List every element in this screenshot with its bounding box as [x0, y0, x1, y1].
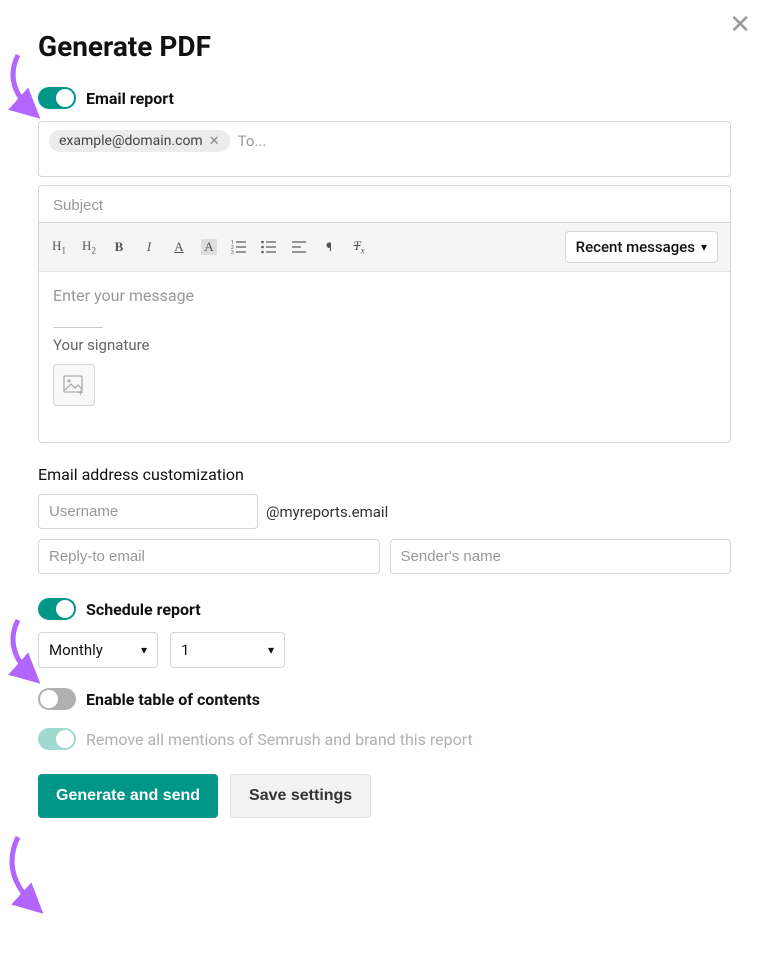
schedule-selects-row: Monthly ▾ 1 ▾ — [38, 632, 731, 668]
branding-toggle-label: Remove all mentions of Semrush and brand… — [86, 730, 473, 749]
recent-messages-dropdown[interactable]: Recent messages ▾ — [565, 231, 718, 263]
reply-sender-row — [38, 539, 731, 574]
chevron-down-icon: ▾ — [141, 643, 147, 657]
editor-h1-button[interactable]: H1 — [51, 238, 67, 256]
schedule-report-label: Schedule report — [86, 600, 201, 619]
schedule-report-row: Schedule report — [38, 598, 731, 620]
username-input[interactable] — [38, 494, 258, 529]
toc-toggle-label: Enable table of contents — [86, 690, 260, 709]
chevron-down-icon: ▾ — [268, 643, 274, 657]
schedule-day-select[interactable]: 1 ▾ — [170, 632, 285, 668]
insert-image-button[interactable]: + — [53, 364, 95, 406]
editor-clear-format-button[interactable]: Tx — [351, 238, 367, 256]
chip-remove-icon[interactable]: ✕ — [209, 134, 220, 149]
toc-toggle[interactable] — [38, 688, 76, 710]
email-report-toggle-label: Email report — [86, 89, 174, 108]
chevron-down-icon: ▾ — [701, 240, 707, 254]
editor-ordered-list-button[interactable]: 123 — [231, 240, 247, 254]
save-settings-button[interactable]: Save settings — [230, 774, 371, 818]
schedule-day-value: 1 — [181, 641, 189, 659]
toc-toggle-row: Enable table of contents — [38, 688, 731, 710]
editor-italic-button[interactable]: I — [141, 239, 157, 255]
editor-direction-button[interactable]: ¶ — [321, 240, 337, 254]
to-field[interactable]: example@domain.com ✕ To... — [38, 121, 731, 177]
svg-text:3: 3 — [231, 250, 234, 254]
to-placeholder: To... — [238, 132, 267, 150]
schedule-report-toggle[interactable] — [38, 598, 76, 620]
editor-toolbar: H1 H2 B I A A 123 ¶ Tx Recent messages ▾ — [39, 223, 730, 272]
subject-input[interactable] — [51, 196, 718, 215]
editor-body[interactable]: Enter your message Your signature + — [39, 272, 730, 442]
email-report-toggle-row: Email report — [38, 87, 731, 109]
signature-divider — [53, 327, 103, 328]
editor-highlight-button[interactable]: A — [201, 239, 217, 255]
editor-unordered-list-button[interactable] — [261, 240, 277, 254]
editor-align-button[interactable] — [291, 240, 307, 254]
schedule-frequency-select[interactable]: Monthly ▾ — [38, 632, 158, 668]
modal-content: Generate PDF Email report example@domain… — [0, 0, 769, 848]
domain-suffix: @myreports.email — [266, 503, 388, 521]
recipient-chip: example@domain.com ✕ — [49, 130, 230, 152]
footer-buttons: Generate and send Save settings — [38, 774, 731, 818]
reply-to-input[interactable] — [38, 539, 380, 574]
recipient-chip-text: example@domain.com — [59, 133, 203, 149]
editor-text-color-button[interactable]: A — [171, 239, 187, 255]
email-customization-label: Email address customization — [38, 465, 731, 484]
subject-field-wrap — [38, 185, 731, 223]
recent-messages-label: Recent messages — [576, 238, 695, 256]
svg-text:+: + — [78, 389, 83, 395]
editor: H1 H2 B I A A 123 ¶ Tx Recent messages ▾ — [38, 222, 731, 443]
editor-h2-button[interactable]: H2 — [81, 238, 97, 256]
sender-name-input[interactable] — [390, 539, 732, 574]
schedule-frequency-value: Monthly — [49, 641, 103, 659]
editor-bold-button[interactable]: B — [111, 239, 127, 255]
branding-toggle[interactable] — [38, 728, 76, 750]
page-title: Generate PDF — [38, 30, 731, 63]
generate-and-send-button[interactable]: Generate and send — [38, 774, 218, 818]
username-row: @myreports.email — [38, 494, 731, 529]
branding-toggle-row: Remove all mentions of Semrush and brand… — [38, 728, 731, 750]
email-report-toggle[interactable] — [38, 87, 76, 109]
signature-label: Your signature — [53, 336, 716, 354]
editor-placeholder: Enter your message — [53, 286, 716, 305]
close-icon[interactable]: ✕ — [729, 10, 751, 40]
